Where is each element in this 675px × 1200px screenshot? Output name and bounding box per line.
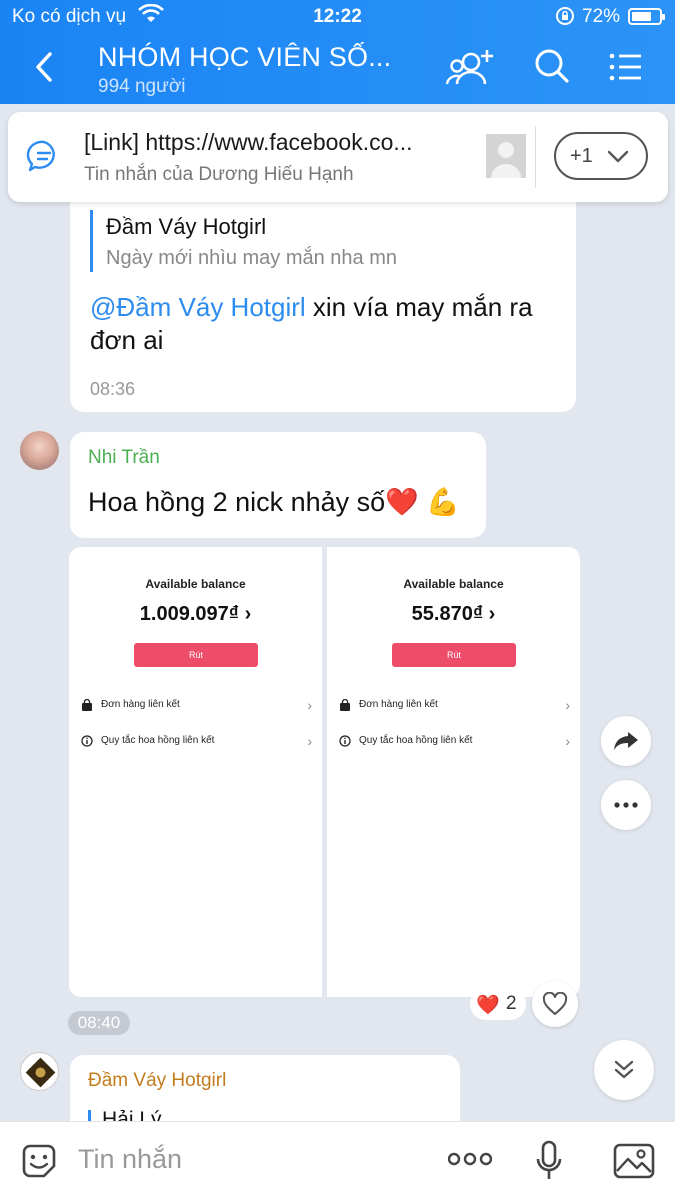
withdraw-button: Rút	[392, 643, 516, 667]
rotation-lock-icon	[555, 6, 575, 32]
linked-orders-row: Đơn hàng liên kết ›	[81, 697, 312, 715]
message-input[interactable]: Tin nhắn	[78, 1144, 182, 1175]
chevron-right-icon: ›	[565, 697, 570, 713]
photo-album[interactable]: Available balance 1.009.097₫ › Rút Đơn h…	[69, 547, 580, 997]
add-member-icon[interactable]	[445, 46, 499, 95]
react-button[interactable]	[532, 981, 578, 1027]
avatar[interactable]	[20, 431, 59, 470]
avatar-logo-icon	[25, 1057, 56, 1088]
chat-bubble-icon	[26, 138, 62, 179]
more-dots-icon	[614, 802, 638, 808]
chevron-right-icon: ›	[307, 733, 312, 749]
chevron-right-icon: ›	[307, 697, 312, 713]
message-time: 08:40	[68, 1011, 130, 1035]
battery-percent: 72%	[582, 6, 621, 27]
back-button[interactable]	[30, 50, 66, 90]
quote-bar	[90, 210, 93, 272]
balance-label: Available balance	[403, 577, 504, 591]
info-icon	[81, 735, 93, 750]
divider	[535, 126, 536, 188]
mention-link[interactable]: @Đầm Váy Hotgirl	[90, 292, 306, 322]
gallery-icon[interactable]	[613, 1143, 655, 1184]
commission-rules-row: Quy tắc hoa hồng liên kết ›	[81, 733, 312, 751]
link-thumbnail	[486, 134, 526, 178]
pinned-title: [Link] https://www.facebook.co...	[84, 129, 413, 155]
chevron-left-icon	[36, 52, 52, 82]
pinned-message-banner[interactable]: [Link] https://www.facebook.co... Tin nh…	[8, 112, 668, 202]
sticker-icon[interactable]	[20, 1142, 58, 1185]
menu-icon[interactable]	[608, 46, 644, 91]
bag-icon	[81, 698, 93, 715]
balance-label: Available balance	[145, 577, 246, 591]
avatar[interactable]	[20, 1052, 59, 1091]
top-bar: Ko có dịch vụ 12:22 72% NHÓM HỌC VIÊN SỐ…	[0, 0, 675, 104]
pinned-subtitle: Tin nhắn của Dương Hiếu Hạnh	[84, 164, 354, 185]
battery-icon	[628, 8, 665, 25]
microphone-icon[interactable]	[536, 1140, 562, 1187]
chevron-right-icon: ›	[565, 733, 570, 749]
bag-icon	[339, 698, 351, 715]
message-bubble[interactable]: Nhi Trần Hoa hồng 2 nick nhảy số❤️ 💪	[70, 432, 486, 538]
commission-rules-row: Quy tắc hoa hồng liên kết ›	[339, 733, 570, 751]
balance-value: 1.009.097₫ ›	[139, 603, 252, 625]
message-text: Hoa hồng 2 nick nhảy số❤️ 💪	[88, 487, 460, 517]
withdraw-button: Rút	[134, 643, 258, 667]
sender-name[interactable]: Nhi Trần	[88, 447, 160, 469]
person-placeholder-icon	[486, 134, 526, 178]
message-text: @Đầm Váy Hotgirl xin vía may mắn ra đơn …	[90, 291, 560, 357]
quoted-sender: Đầm Váy Hotgirl	[106, 214, 267, 239]
composer-bar: Tin nhắn	[0, 1121, 675, 1200]
search-icon[interactable]	[533, 46, 571, 91]
message-bubble[interactable]: Đầm Váy Hotgirl Ngày mới nhìu may mắn nh…	[70, 180, 576, 412]
more-pinned-button[interactable]: +1	[554, 132, 648, 180]
share-arrow-icon	[614, 732, 638, 750]
quoted-text: Ngày mới nhìu may mắn nha mn	[106, 247, 398, 269]
share-button[interactable]	[601, 716, 651, 766]
more-pinned-count: +1	[570, 145, 593, 167]
battery-fill	[632, 12, 651, 21]
member-count: 994 người	[98, 76, 186, 97]
heart-reaction-icon: ❤️	[476, 995, 500, 1016]
linked-orders-row: Đơn hàng liên kết ›	[339, 697, 570, 715]
balance-value: 55.870₫ ›	[411, 603, 496, 625]
reaction-summary[interactable]: ❤️ 2	[470, 988, 526, 1020]
scroll-to-bottom-button[interactable]	[594, 1040, 654, 1100]
chevron-down-icon	[607, 150, 629, 163]
double-chevron-down-icon	[614, 1060, 634, 1079]
group-title[interactable]: NHÓM HỌC VIÊN SỐ...	[98, 42, 391, 73]
photo[interactable]: Available balance 55.870₫ › Rút Đơn hàng…	[327, 547, 580, 997]
sender-name[interactable]: Đầm Váy Hotgirl	[88, 1070, 226, 1092]
more-options-button[interactable]	[601, 780, 651, 830]
message-time: 08:36	[90, 379, 136, 399]
photo[interactable]: Available balance 1.009.097₫ › Rút Đơn h…	[69, 547, 322, 997]
info-icon	[339, 735, 351, 750]
heart-outline-icon	[542, 992, 568, 1015]
reaction-count: 2	[506, 993, 517, 1014]
more-actions-icon[interactable]	[447, 1152, 493, 1171]
status-bar: Ko có dịch vụ 12:22 72%	[0, 0, 675, 34]
